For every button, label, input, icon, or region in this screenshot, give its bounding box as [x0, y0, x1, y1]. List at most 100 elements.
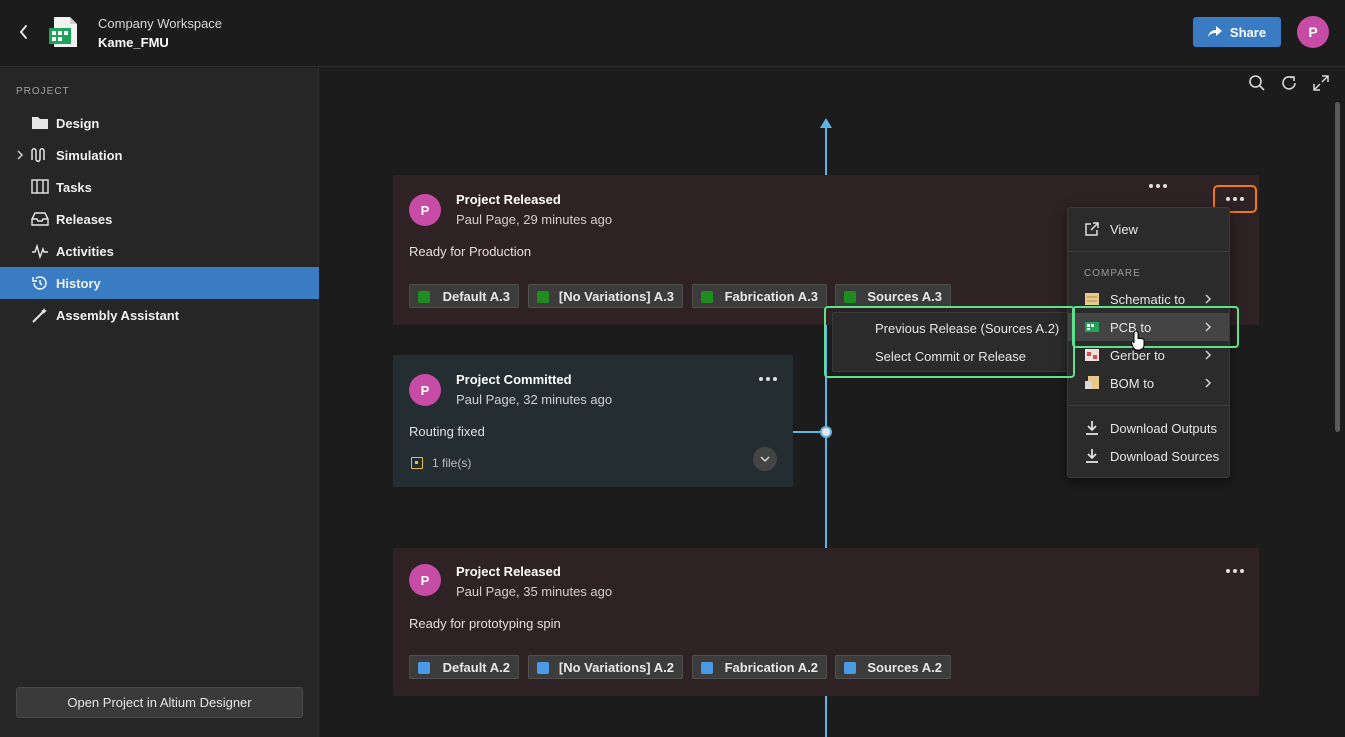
- history-card-committed: P Project Committed Paul Page, 32 minute…: [393, 355, 793, 487]
- vertical-scrollbar[interactable]: [1335, 102, 1340, 432]
- open-in-altium-button[interactable]: Open Project in Altium Designer: [16, 687, 303, 718]
- menu-item-view[interactable]: View: [1068, 215, 1229, 243]
- share-button[interactable]: Share: [1193, 17, 1281, 47]
- release-status-square: [537, 291, 549, 303]
- more-dots-icon: [1226, 197, 1244, 201]
- chip-label: [No Variations] A.2: [558, 660, 674, 675]
- workspace-name: Company Workspace: [98, 16, 223, 31]
- menu-item-bom-to[interactable]: BOM to: [1068, 369, 1229, 397]
- sidebar-item-label: Releases: [56, 212, 113, 227]
- share-arrow-icon: [1207, 26, 1222, 37]
- user-avatar[interactable]: P: [1297, 16, 1329, 48]
- menu-section-label: COMPARE: [1084, 268, 1141, 279]
- external-link-icon: [1084, 221, 1100, 237]
- file-count[interactable]: 1 file(s): [432, 456, 471, 470]
- sidebar: PROJECT Design Simulation Tasks Releases…: [0, 68, 319, 737]
- search-icon[interactable]: [1248, 74, 1266, 92]
- bom-icon: [1084, 375, 1100, 391]
- sidebar-item-releases[interactable]: Releases: [0, 203, 319, 235]
- share-button-label: Share: [1229, 24, 1267, 40]
- chip-label: Default A.3: [442, 289, 510, 304]
- release-chip[interactable]: Sources A.3: [835, 284, 951, 308]
- pulse-icon: [31, 243, 49, 260]
- card-title: Project Committed: [456, 372, 572, 387]
- release-status-square: [418, 291, 430, 303]
- card-description: Routing fixed: [409, 424, 485, 439]
- menu-item-download-sources[interactable]: Download Sources: [1068, 442, 1229, 470]
- sidebar-item-tasks[interactable]: Tasks: [0, 171, 319, 203]
- chevron-right-icon: [1203, 377, 1213, 389]
- chip-label: Sources A.2: [867, 660, 942, 675]
- card-description: Ready for Production: [409, 244, 532, 259]
- chip-label: Sources A.3: [867, 289, 942, 304]
- file-icon: [411, 457, 423, 469]
- card-subtitle: Paul Page, 32 minutes ago: [456, 392, 613, 407]
- sidebar-item-label: Activities: [56, 244, 114, 259]
- more-options-button[interactable]: [1222, 562, 1248, 580]
- menu-item-label: Download Sources: [1110, 449, 1220, 464]
- release-status-square: [418, 662, 430, 674]
- release-status-square: [537, 662, 549, 674]
- author-avatar: P: [409, 374, 441, 406]
- sidebar-item-label: Simulation: [56, 148, 123, 163]
- more-options-button[interactable]: [1149, 184, 1167, 188]
- menu-divider: [1068, 405, 1229, 406]
- wand-icon: [31, 307, 49, 323]
- sidebar-item-assembly-assistant[interactable]: Assembly Assistant: [0, 299, 319, 331]
- history-card-released: P Project Released Paul Page, 35 minutes…: [393, 548, 1259, 696]
- sidebar-item-label: History: [56, 276, 101, 291]
- sidebar-item-label: Assembly Assistant: [56, 308, 180, 323]
- refresh-icon[interactable]: [1280, 74, 1298, 92]
- release-status-square: [701, 291, 713, 303]
- card-menu-button[interactable]: [1222, 192, 1248, 206]
- chip-label: [No Variations] A.3: [558, 289, 674, 304]
- release-chip[interactable]: Default A.3: [409, 284, 519, 308]
- hand-cursor-icon: [1130, 330, 1147, 352]
- release-chip[interactable]: [No Variations] A.3: [528, 284, 683, 308]
- menu-item-label: BOM to: [1110, 376, 1155, 391]
- project-name: Kame_FMU: [98, 35, 169, 50]
- sidebar-section-label: PROJECT: [16, 86, 70, 97]
- sidebar-item-activities[interactable]: Activities: [0, 235, 319, 267]
- expand-icon[interactable]: [1312, 74, 1330, 92]
- highlight-frame-green: [1072, 306, 1239, 348]
- more-options-button[interactable]: [755, 370, 781, 388]
- sidebar-item-simulation[interactable]: Simulation: [0, 139, 319, 171]
- timeline-arrow-icon: [820, 118, 832, 128]
- app-header: Company Workspace Kame_FMU Share P: [0, 0, 1345, 67]
- download-icon: [1084, 420, 1100, 436]
- chevron-right-icon[interactable]: [14, 149, 26, 161]
- release-status-square: [844, 662, 856, 674]
- author-avatar: P: [409, 564, 441, 596]
- download-icon: [1084, 448, 1100, 464]
- chip-label: Fabrication A.3: [724, 289, 818, 304]
- menu-item-label: Download Outputs: [1110, 421, 1217, 436]
- release-status-square: [701, 662, 713, 674]
- chip-label: Default A.2: [442, 660, 510, 675]
- inbox-icon: [31, 211, 49, 227]
- release-chip[interactable]: [No Variations] A.2: [528, 655, 683, 679]
- waveform-icon: [31, 147, 49, 163]
- project-file-icon: [46, 14, 82, 50]
- sidebar-item-label: Design: [56, 116, 100, 131]
- menu-item-label: View: [1110, 222, 1138, 237]
- sidebar-item-design[interactable]: Design: [0, 107, 319, 139]
- release-chip[interactable]: Default A.2: [409, 655, 519, 679]
- chip-label: Fabrication A.2: [724, 660, 818, 675]
- expand-chevron-icon[interactable]: [753, 447, 777, 471]
- more-dots-icon: [759, 377, 777, 381]
- menu-item-download-outputs[interactable]: Download Outputs: [1068, 414, 1229, 442]
- sidebar-item-label: Tasks: [56, 180, 92, 195]
- release-chip[interactable]: Fabrication A.3: [692, 284, 827, 308]
- kanban-icon: [31, 179, 49, 195]
- menu-item-label: Schematic to: [1110, 292, 1186, 307]
- back-chevron-icon[interactable]: [14, 22, 34, 42]
- sidebar-item-history[interactable]: History: [0, 267, 319, 299]
- timeline-node: [820, 426, 832, 438]
- more-dots-icon: [1149, 184, 1167, 188]
- card-description: Ready for prototyping spin: [409, 616, 561, 631]
- release-chip[interactable]: Fabrication A.2: [692, 655, 827, 679]
- gerber-icon: [1084, 347, 1100, 363]
- release-chip[interactable]: Sources A.2: [835, 655, 951, 679]
- card-subtitle: Paul Page, 35 minutes ago: [456, 584, 613, 599]
